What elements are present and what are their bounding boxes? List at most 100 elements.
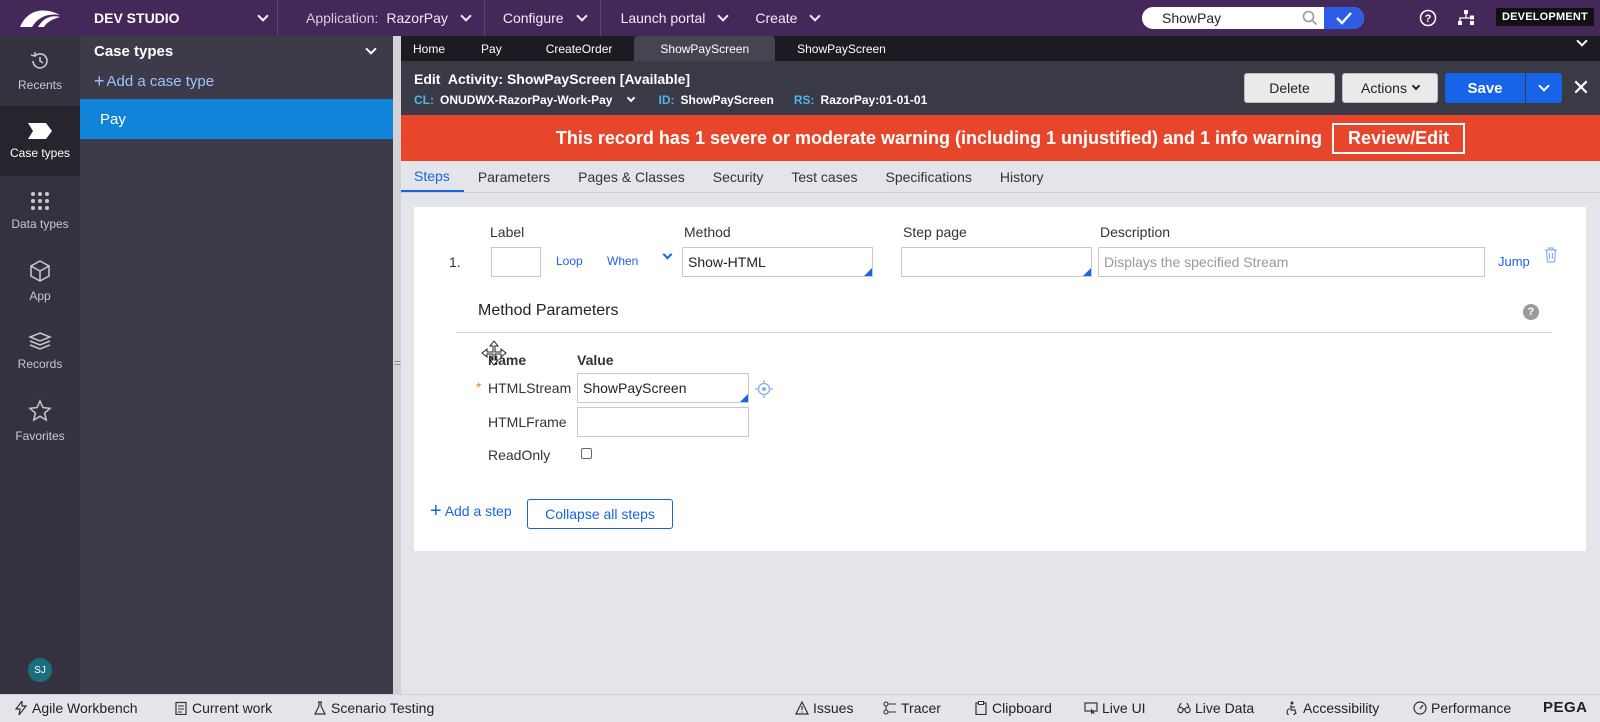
- htmlframe-input[interactable]: [577, 407, 749, 437]
- nav-app[interactable]: App: [0, 246, 80, 316]
- tab-steps[interactable]: Steps: [401, 161, 464, 192]
- save-button[interactable]: Save: [1445, 73, 1525, 103]
- tab-pages-classes[interactable]: Pages & Classes: [564, 161, 699, 192]
- when-link[interactable]: When: [607, 254, 638, 268]
- description-header: Description: [1100, 224, 1171, 240]
- add-case-type-link[interactable]: + Add a case type: [80, 66, 393, 96]
- method-input[interactable]: Show-HTML: [682, 247, 873, 277]
- case-type-item-pay[interactable]: Pay: [80, 99, 393, 139]
- cl-value[interactable]: ONUDWX-RazorPay-Work-Pay: [440, 93, 612, 107]
- pega-brand: PEGA: [1543, 699, 1588, 716]
- actions-button[interactable]: Actions: [1342, 73, 1438, 103]
- loop-link[interactable]: Loop: [556, 254, 583, 268]
- htmlstream-input[interactable]: ShowPayScreen: [577, 373, 749, 403]
- doc-tab-showpayscreen-active[interactable]: ShowPayScreen: [634, 36, 776, 61]
- chevron-down-icon[interactable]: [627, 93, 636, 103]
- save-options-button[interactable]: [1526, 73, 1562, 103]
- close-icon[interactable]: ✕: [1569, 75, 1593, 101]
- pega-logo[interactable]: [0, 0, 80, 36]
- tracer-icon: [883, 701, 896, 715]
- add-step-link[interactable]: + Add a step: [430, 501, 512, 521]
- required-star-icon: *: [476, 379, 482, 395]
- nav-records[interactable]: Records: [0, 316, 80, 386]
- label-header: Label: [490, 224, 525, 240]
- help-icon[interactable]: ?: [1523, 304, 1539, 320]
- nav-data-types-label: Data types: [11, 217, 69, 231]
- chevron-down-icon[interactable]: [1576, 35, 1588, 47]
- tracer-button[interactable]: Tracer: [883, 700, 941, 716]
- param-name-htmlstream: HTMLStream: [488, 380, 572, 396]
- tab-history[interactable]: History: [986, 161, 1058, 192]
- tab-security[interactable]: Security: [699, 161, 778, 192]
- avatar[interactable]: SJ: [28, 658, 52, 682]
- chevron-down-icon: [809, 10, 822, 22]
- nav-favorites[interactable]: Favorites: [0, 386, 80, 456]
- create-menu[interactable]: Create: [741, 0, 833, 36]
- live-data-button[interactable]: Live Data: [1177, 700, 1254, 716]
- doc-tab-createorder[interactable]: CreateOrder: [524, 36, 635, 61]
- delete-button[interactable]: Delete: [1244, 73, 1335, 103]
- launch-portal-label: Launch portal: [620, 10, 706, 26]
- nav-recents[interactable]: Recents: [0, 36, 80, 106]
- history-icon: [30, 52, 48, 69]
- launch-portal-menu[interactable]: Launch portal: [601, 0, 742, 36]
- doc-tab-showpayscreen[interactable]: ShowPayScreen: [775, 36, 908, 61]
- bottom-item-label: Accessibility: [1303, 700, 1380, 716]
- readonly-checkbox[interactable]: [581, 448, 592, 459]
- clipboard-list-icon: [175, 701, 187, 715]
- description-placeholder: Displays the specified Stream: [1104, 254, 1289, 270]
- chevron-down-icon: [1411, 81, 1421, 91]
- performance-button[interactable]: Performance: [1413, 700, 1511, 716]
- tab-parameters[interactable]: Parameters: [464, 161, 564, 192]
- environment-badge: DEVELOPMENT: [1496, 8, 1594, 26]
- step-page-input[interactable]: [901, 247, 1092, 277]
- document-tabs: Home Pay CreateOrder ShowPayScreen ShowP…: [401, 35, 1600, 61]
- chevron-down-icon: [257, 10, 269, 22]
- configure-menu[interactable]: Configure: [485, 0, 601, 36]
- trash-icon[interactable]: [1544, 247, 1558, 263]
- doc-tab-home[interactable]: Home: [401, 36, 459, 61]
- nav-data-types[interactable]: Data types: [0, 176, 80, 246]
- application-label: Application:: [306, 10, 379, 26]
- chevron-down-icon: [460, 10, 472, 22]
- help-icon[interactable]: ?: [1418, 8, 1438, 28]
- studio-switcher[interactable]: DEV STUDIO: [80, 0, 278, 36]
- doc-tab-pay[interactable]: Pay: [459, 36, 524, 61]
- agile-workbench-button[interactable]: Agile Workbench: [14, 700, 138, 716]
- live-ui-button[interactable]: Live UI: [1084, 700, 1146, 716]
- tab-specifications[interactable]: Specifications: [872, 161, 986, 192]
- scenario-testing-button[interactable]: Scenario Testing: [313, 700, 434, 716]
- hierarchy-icon[interactable]: [1456, 8, 1476, 28]
- application-switcher[interactable]: Application: RazorPay: [278, 0, 485, 36]
- bottom-item-label: Tracer: [901, 700, 941, 716]
- search-input[interactable]: ShowPay: [1142, 7, 1364, 29]
- tab-test-cases[interactable]: Test cases: [777, 161, 871, 192]
- nav-case-types[interactable]: Case types: [0, 106, 80, 176]
- tab-label: Steps: [414, 167, 450, 184]
- description-input[interactable]: Displays the specified Stream: [1098, 247, 1485, 277]
- bottom-item-label: Performance: [1431, 700, 1512, 716]
- gauge-icon: [1413, 701, 1427, 715]
- add-step-label: Add a step: [444, 503, 512, 519]
- clipboard-button[interactable]: Clipboard: [974, 700, 1052, 716]
- method-parameters-title: Method Parameters: [478, 302, 619, 319]
- issues-button[interactable]: Issues: [795, 700, 853, 716]
- step-label-input[interactable]: [491, 247, 541, 277]
- review-edit-button[interactable]: Review/Edit: [1332, 122, 1466, 154]
- search-submit-button[interactable]: [1324, 7, 1364, 29]
- data-types-icon: [31, 192, 49, 210]
- case-types-header[interactable]: Case types: [80, 36, 393, 66]
- accessibility-button[interactable]: Accessibility: [1285, 700, 1379, 716]
- case-types-panel: Case types + Add a case type Pay: [80, 36, 393, 694]
- lightning-icon: [14, 701, 28, 715]
- chevron-down-icon[interactable]: [662, 249, 673, 260]
- crosshair-target-icon[interactable]: [755, 380, 773, 398]
- jump-link[interactable]: Jump: [1498, 254, 1530, 269]
- collapse-all-steps-button[interactable]: Collapse all steps: [527, 499, 673, 529]
- tab-label: History: [999, 168, 1044, 185]
- panel-splitter[interactable]: =: [393, 36, 401, 694]
- search-icon[interactable]: [1302, 10, 1318, 26]
- current-work-button[interactable]: Current work: [174, 700, 272, 716]
- nav-records-label: Records: [17, 357, 63, 371]
- configure-label: Configure: [502, 10, 564, 26]
